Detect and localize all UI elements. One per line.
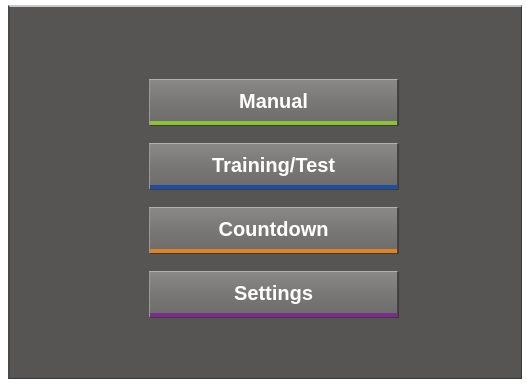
- training-test-button[interactable]: Training/Test: [149, 143, 398, 189]
- training-test-button-label: Training/Test: [212, 155, 335, 177]
- main-panel: Manual Training/Test Countdown Settings: [8, 5, 522, 379]
- settings-accent-bar: [150, 313, 397, 317]
- countdown-accent-bar: [150, 249, 397, 253]
- training-test-accent-bar: [150, 185, 397, 189]
- countdown-button-label: Countdown: [218, 219, 329, 241]
- main-menu: Manual Training/Test Countdown Settings: [149, 79, 398, 335]
- settings-button[interactable]: Settings: [149, 271, 398, 317]
- manual-accent-bar: [150, 121, 397, 125]
- manual-button-label: Manual: [239, 91, 308, 113]
- manual-button[interactable]: Manual: [149, 79, 398, 125]
- countdown-button[interactable]: Countdown: [149, 207, 398, 253]
- settings-button-label: Settings: [234, 283, 313, 305]
